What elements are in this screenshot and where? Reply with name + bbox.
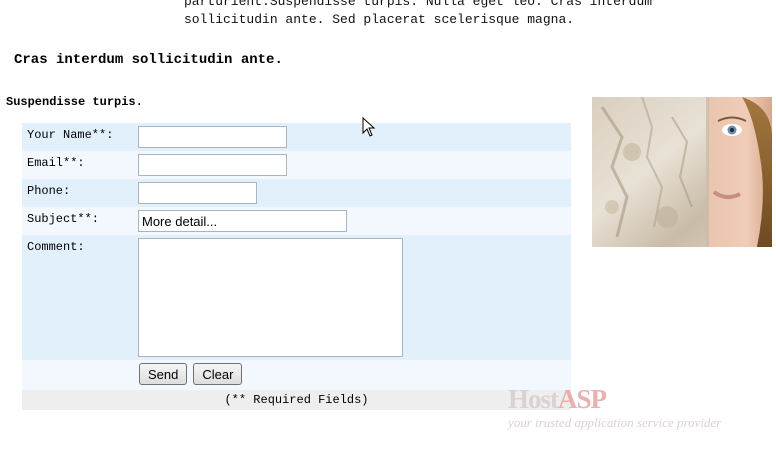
page-subheading: Suspendisse turpis.	[6, 95, 143, 109]
form-row-subject: Subject**:	[22, 207, 571, 235]
phone-input[interactable]	[138, 182, 257, 204]
phone-label: Phone:	[27, 184, 71, 198]
comment-label: Comment:	[27, 240, 85, 254]
form-row-buttons: Send Clear	[22, 360, 571, 390]
form-row-email: Email**:	[22, 151, 571, 179]
page-heading: Cras interdum sollicitudin ante.	[14, 52, 283, 68]
form-row-comment: Comment:	[22, 235, 571, 360]
hostasp-watermark-logo: HostASP your trusted application service…	[508, 385, 721, 431]
form-row-name: Your Name**:	[22, 123, 571, 151]
form-row-footer: (** Required Fields)	[22, 390, 571, 410]
comment-textarea[interactable]	[138, 238, 403, 357]
woman-face-photo	[592, 97, 772, 247]
watermark-tagline: your trusted application service provide…	[508, 415, 722, 430]
name-label: Your Name**:	[27, 128, 114, 142]
subject-input[interactable]	[138, 210, 347, 232]
required-fields-note: (** Required Fields)	[224, 393, 369, 407]
watermark-host: Host	[508, 384, 559, 414]
mouse-pointer-icon	[362, 117, 376, 137]
clear-button[interactable]: Clear	[193, 363, 243, 385]
contact-form: Your Name**: Email**: Phone: Subject**: …	[22, 123, 571, 410]
watermark-asp: ASP	[558, 384, 607, 414]
send-button[interactable]: Send	[139, 363, 188, 385]
intro-line-1: parturient.Suspendisse turpis. Nulla ege…	[184, 0, 653, 9]
email-label: Email**:	[27, 156, 85, 170]
form-row-phone: Phone:	[22, 179, 571, 207]
intro-line-2: sollicitudin ante. Sed placerat sceleris…	[184, 12, 575, 27]
intro-paragraph: parturient.Suspendisse turpis. Nulla ege…	[184, 0, 652, 29]
subject-label: Subject**:	[27, 212, 100, 226]
email-input[interactable]	[138, 154, 287, 176]
name-input[interactable]	[138, 126, 287, 148]
